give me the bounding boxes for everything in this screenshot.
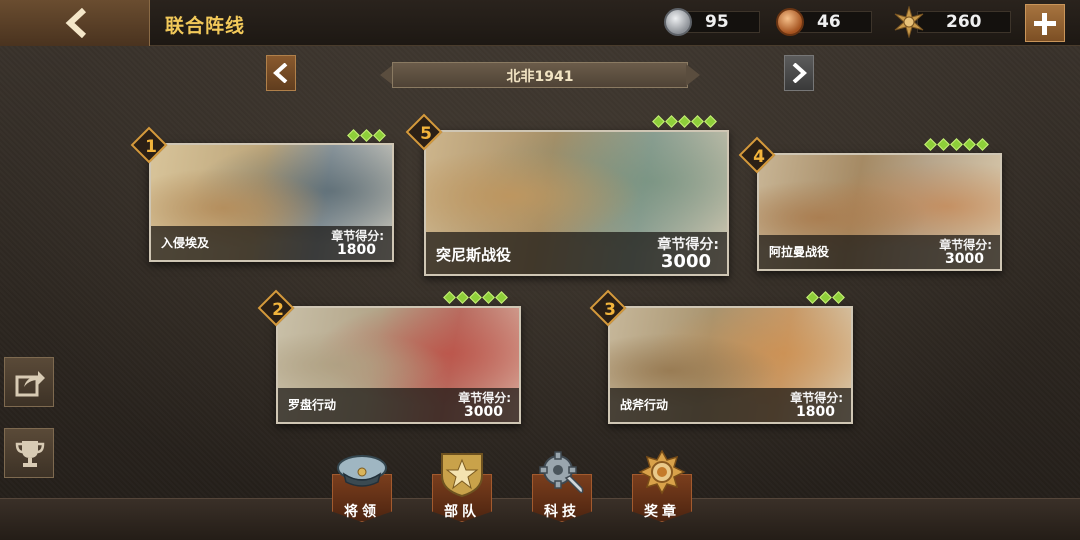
chapter-number: 1: [145, 137, 157, 157]
star-diamond-icon: [665, 115, 678, 128]
gear-wrench-icon: [539, 451, 584, 494]
chapter-name: 阿拉曼战役: [769, 245, 830, 259]
star-diamond-icon: [482, 291, 495, 304]
chapter-caption: 罗盘行动 章节得分: 3000: [278, 388, 519, 422]
back-button[interactable]: [0, 0, 150, 46]
star-diamond-icon: [950, 138, 963, 151]
share-icon: [15, 371, 45, 397]
nav-tech-button[interactable]: 科技: [530, 450, 594, 524]
star-rating: [924, 138, 989, 151]
star-diamond-icon: [469, 291, 482, 304]
chevron-left-icon: [273, 63, 288, 83]
star-diamond-icon: [373, 129, 386, 142]
nav-label: 奖章: [644, 504, 680, 520]
chapter-name: 战斧行动: [620, 398, 669, 412]
chapter-name: 罗盘行动: [288, 398, 337, 412]
gold-emblem-counter: 260: [894, 6, 1011, 38]
star-diamond-icon: [456, 291, 469, 304]
chapter-card-invade-egypt[interactable]: 入侵埃及 章节得分: 1800: [149, 143, 394, 262]
star-rating: [806, 291, 845, 304]
score-value: 1800: [337, 242, 376, 258]
next-region-button[interactable]: [784, 55, 814, 91]
chapter-card-operation-battleaxe[interactable]: 战斧行动 章节得分: 1800: [608, 306, 853, 424]
star-diamond-icon: [495, 291, 508, 304]
army-star-badge-icon: [441, 453, 483, 498]
silver-medal-icon: [664, 8, 692, 36]
chapter-caption: 突尼斯战役 章节得分: 3000: [426, 232, 727, 274]
nav-label: 将领: [344, 504, 380, 520]
bronze-medal-counter: 46: [776, 8, 872, 36]
chapter-caption: 战斧行动 章节得分: 1800: [610, 388, 851, 422]
silver-medal-counter: 95: [664, 8, 760, 36]
chapter-caption: 阿拉曼战役 章节得分: 3000: [759, 235, 1000, 269]
page-title: 联合阵线: [165, 15, 246, 37]
bronze-medal-value: 46: [798, 11, 872, 33]
chapter-number: 5: [420, 124, 432, 144]
star-diamond-icon: [819, 291, 832, 304]
chapter-caption: 入侵埃及 章节得分: 1800: [151, 226, 392, 260]
star-diamond-icon: [652, 115, 665, 128]
score-value: 1800: [796, 404, 835, 420]
region-banner: 北非1941: [380, 62, 700, 88]
star-rating: [443, 291, 508, 304]
chapter-card-el-alamein[interactable]: 阿拉曼战役 章节得分: 3000: [757, 153, 1002, 271]
star-diamond-icon: [704, 115, 717, 128]
chapter-card-operation-compass[interactable]: 罗盘行动 章节得分: 3000: [276, 306, 521, 424]
score-value: 3000: [464, 404, 503, 420]
gold-star-emblem-icon: [894, 6, 924, 38]
chapter-number: 2: [272, 300, 284, 320]
region-label: 北非1941: [506, 69, 574, 85]
add-resources-button[interactable]: [1025, 4, 1065, 42]
trophy-button[interactable]: [4, 428, 54, 478]
star-diamond-icon: [924, 138, 937, 151]
score-value: 3000: [945, 251, 984, 267]
gold-emblem-value: 260: [917, 11, 1011, 33]
star-diamond-icon: [443, 291, 456, 304]
chapter-name: 入侵埃及: [161, 236, 210, 250]
nav-generals-button[interactable]: 将领: [330, 450, 394, 524]
star-diamond-icon: [806, 291, 819, 304]
chapter-name: 突尼斯战役: [436, 246, 512, 264]
nav-medals-button[interactable]: 奖章: [630, 450, 694, 524]
star-diamond-icon: [678, 115, 691, 128]
star-diamond-icon: [963, 138, 976, 151]
officer-cap-icon: [337, 455, 387, 487]
chapter-number: 4: [753, 147, 765, 167]
medal-icon: [638, 450, 686, 495]
chapter-number: 3: [604, 300, 616, 320]
nav-label: 科技: [544, 504, 580, 520]
score-value: 3000: [660, 251, 711, 272]
share-button[interactable]: [4, 357, 54, 407]
bronze-medal-icon: [776, 8, 804, 36]
previous-region-button[interactable]: [266, 55, 296, 91]
nav-army-button[interactable]: 部队: [430, 450, 494, 524]
top-bar: 联合阵线 95 46 260: [0, 0, 1080, 46]
star-diamond-icon: [832, 291, 845, 304]
chapter-card-tunisia-campaign[interactable]: 突尼斯战役 章节得分: 3000: [424, 130, 729, 276]
star-diamond-icon: [360, 129, 373, 142]
back-arrow-icon: [65, 8, 87, 38]
nav-label: 部队: [444, 504, 480, 520]
star-diamond-icon: [976, 138, 989, 151]
star-diamond-icon: [691, 115, 704, 128]
chevron-right-icon: [792, 63, 807, 83]
star-diamond-icon: [347, 129, 360, 142]
silver-medal-value: 95: [686, 11, 760, 33]
star-rating: [347, 129, 386, 142]
star-rating: [652, 115, 717, 128]
star-diamond-icon: [937, 138, 950, 151]
trophy-icon: [15, 441, 45, 467]
